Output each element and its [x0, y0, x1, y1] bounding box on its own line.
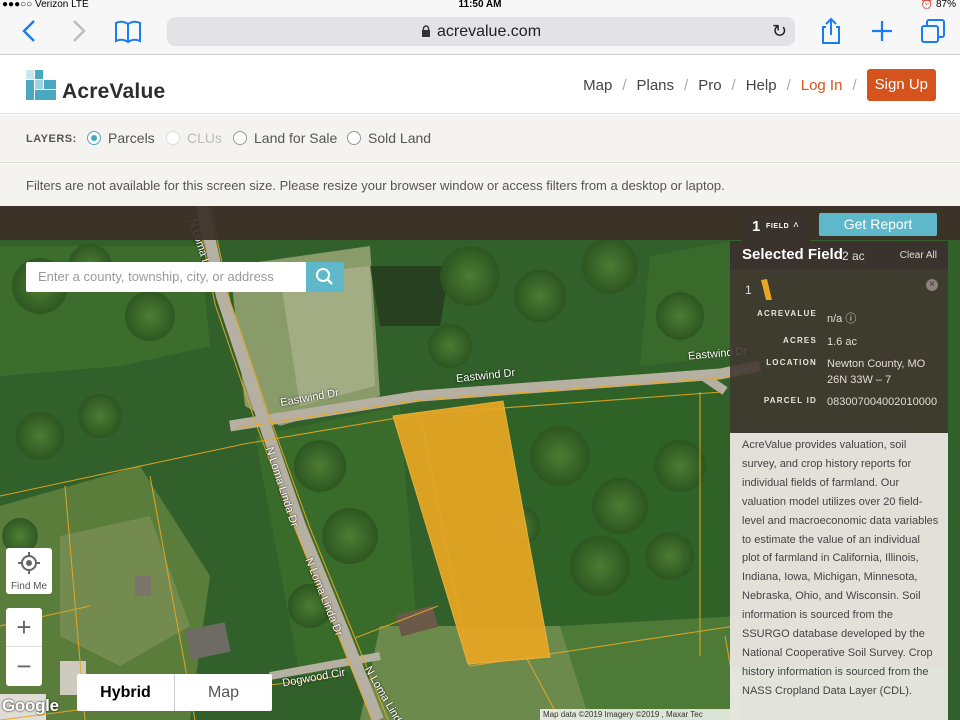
nav-separator: /	[622, 76, 627, 94]
map-button[interactable]: Map	[174, 674, 272, 711]
filters-notice: Filters are not available for this scree…	[0, 164, 960, 206]
zoom-out-button[interactable]: −	[6, 647, 42, 686]
layers-bar: LAYERS: Parcels CLUs Land for Sale Sold …	[0, 115, 960, 163]
layer-land-for-sale-radio[interactable]: Land for Sale	[233, 130, 337, 146]
nav-map[interactable]: Map	[583, 77, 612, 94]
nav-plans[interactable]: Plans	[636, 77, 674, 94]
clock: 11:50 AM	[458, 0, 502, 10]
layer-parcels-radio[interactable]: Parcels	[87, 130, 155, 146]
radio-icon	[87, 131, 101, 145]
top-navigation: Map / Plans / Pro / Help / Log In / Sign…	[583, 69, 936, 101]
acrevalue-logo-icon[interactable]	[26, 70, 56, 100]
logo-wordmark[interactable]: AcreValue	[62, 80, 165, 104]
search-icon	[316, 268, 333, 285]
share-icon[interactable]	[816, 16, 846, 46]
reload-icon[interactable]: ↻	[772, 21, 787, 42]
bookmarks-icon[interactable]	[113, 16, 143, 46]
zoom-in-button[interactable]: +	[6, 608, 42, 647]
acrevalue-description: AcreValue provides valuation, soil surve…	[730, 433, 948, 720]
remove-field-icon[interactable]: ×	[926, 279, 938, 291]
nav-pro[interactable]: Pro	[698, 77, 721, 94]
clear-all-button[interactable]: Clear All	[900, 250, 937, 261]
nav-separator: /	[684, 76, 689, 94]
signup-button[interactable]: Sign Up	[866, 69, 936, 101]
nav-separator: /	[852, 76, 857, 94]
layer-clus-radio: CLUs	[166, 130, 222, 146]
panel-title: Selected Field	[742, 246, 843, 263]
back-icon[interactable]	[15, 16, 45, 46]
hybrid-button[interactable]: Hybrid	[77, 674, 174, 711]
site-header: AcreValue Map / Plans / Pro / Help / Log…	[0, 56, 960, 114]
parcel-shape-icon	[761, 279, 772, 300]
url-text: acrevalue.com	[167, 17, 795, 46]
field-number: 1	[745, 283, 752, 297]
map-toolbar	[0, 206, 960, 240]
lock-icon	[421, 25, 430, 37]
battery-label: ⏰ 87%	[920, 0, 956, 10]
find-me-button[interactable]: Find Me	[6, 548, 52, 594]
radio-icon	[347, 131, 361, 145]
panel-acres: 2 ac	[842, 249, 865, 263]
nav-separator: /	[786, 76, 791, 94]
nav-help[interactable]: Help	[746, 77, 777, 94]
chevron-up-icon: ˄	[793, 220, 799, 231]
search-button[interactable]	[306, 262, 344, 292]
address-bar[interactable]: acrevalue.com ↻	[167, 17, 795, 46]
find-me-label: Find Me	[10, 581, 48, 592]
get-report-button[interactable]: Get Report	[819, 213, 937, 236]
location-search-input[interactable]: Enter a county, township, city, or addre…	[26, 262, 306, 292]
field-count-tab[interactable]: 1 FIELD ˄	[741, 213, 810, 241]
status-bar: ●●●○○ Verizon LTE 11:50 AM ⏰ 87%	[0, 0, 960, 10]
crosshair-icon	[18, 552, 40, 574]
panel-header: Selected Field 2 ac Clear All	[730, 241, 948, 269]
layer-sold-land-radio[interactable]: Sold Land	[347, 130, 431, 146]
map-attribution[interactable]: Map data ©2019 Imagery ©2019 , Maxar Tec	[540, 709, 730, 720]
browser-toolbar: acrevalue.com ↻	[0, 10, 960, 55]
field-label: FIELD	[766, 223, 790, 230]
map-type-toggle: Hybrid Map	[77, 674, 272, 711]
login-link[interactable]: Log In	[801, 77, 843, 94]
zoom-controls: + −	[6, 608, 42, 686]
google-logo: Google	[2, 696, 59, 715]
selected-field-panel: Selected Field 2 ac Clear All 1 × ACREVA…	[730, 241, 948, 720]
tabs-icon[interactable]	[918, 16, 948, 46]
field-count: 1	[752, 218, 761, 235]
layers-title: LAYERS:	[26, 133, 77, 145]
radio-icon	[233, 131, 247, 145]
forward-icon[interactable]	[63, 16, 93, 46]
radio-icon	[166, 131, 180, 145]
new-tab-icon[interactable]	[867, 16, 897, 46]
nav-separator: /	[731, 76, 736, 94]
